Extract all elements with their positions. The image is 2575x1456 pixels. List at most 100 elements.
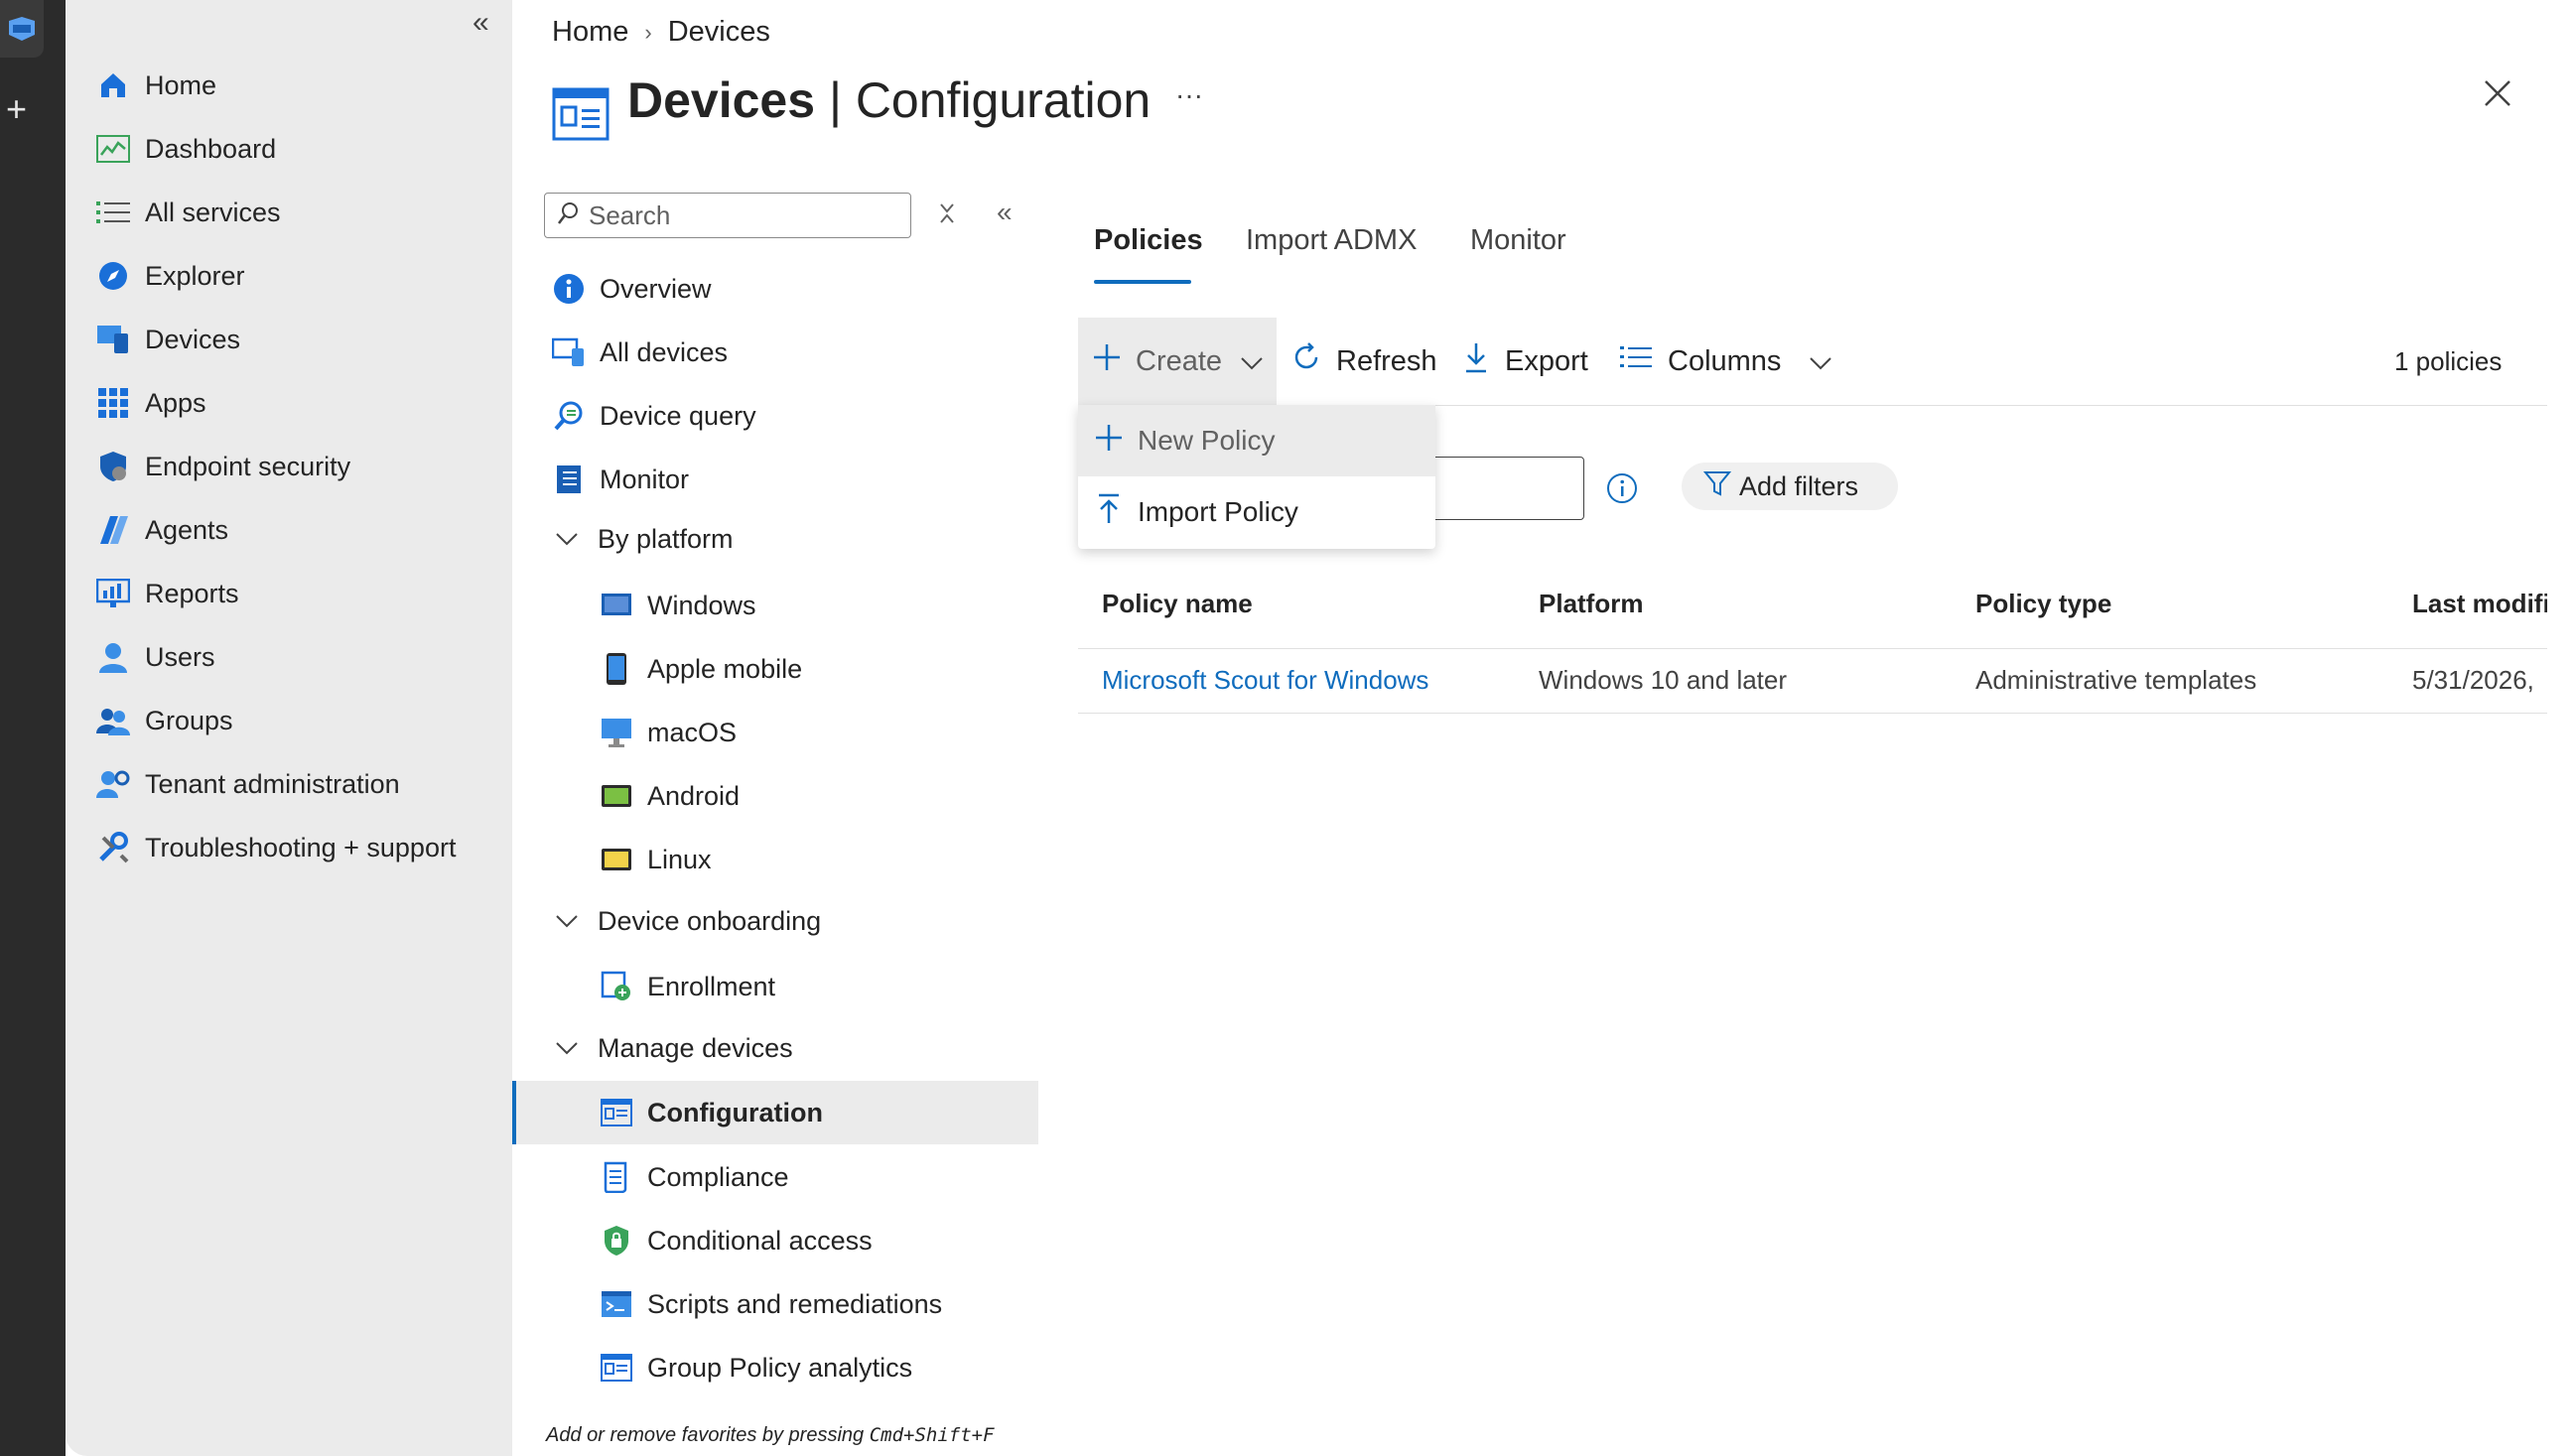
nav-item-users[interactable]: Users bbox=[95, 635, 215, 679]
nav-item-label: Users bbox=[145, 641, 215, 672]
column-header-last-modified[interactable]: Last modifi bbox=[2412, 589, 2547, 619]
create-button[interactable]: Create bbox=[1092, 337, 1264, 385]
row-divider bbox=[1078, 713, 2547, 714]
menu-item-macos[interactable]: macOS bbox=[600, 708, 737, 757]
breadcrumb-devices[interactable]: Devices bbox=[668, 16, 770, 49]
nav-item-apps[interactable]: Apps bbox=[95, 381, 206, 425]
nav-item-troubleshooting[interactable]: Troubleshooting + support bbox=[95, 826, 456, 869]
nav-item-devices[interactable]: Devices bbox=[95, 318, 240, 361]
menu-item-monitor[interactable]: Monitor bbox=[552, 455, 689, 504]
info-icon[interactable] bbox=[1606, 472, 1638, 509]
policy-type: Administrative templates bbox=[1975, 665, 2257, 695]
menu-item-device-query[interactable]: Device query bbox=[552, 391, 756, 441]
nav-item-label: Agents bbox=[145, 514, 229, 545]
plus-icon bbox=[1094, 423, 1124, 460]
tab-import-admx[interactable]: Import ADMX bbox=[1246, 224, 1417, 257]
nav-item-all-services[interactable]: All services bbox=[95, 191, 281, 234]
chevron-down-icon bbox=[552, 907, 582, 935]
nav-item-dashboard[interactable]: Dashboard bbox=[95, 127, 276, 171]
menu-item-overview[interactable]: Overview bbox=[552, 264, 712, 314]
close-icon[interactable] bbox=[2482, 77, 2513, 114]
policy-platform: Windows 10 and later bbox=[1539, 665, 1788, 695]
reports-icon bbox=[95, 576, 131, 611]
menu-item-windows[interactable]: Windows bbox=[600, 581, 756, 630]
add-icon[interactable]: + bbox=[6, 91, 27, 127]
nav-item-label: Home bbox=[145, 69, 217, 100]
menu-item-conditional-access[interactable]: Conditional access bbox=[600, 1216, 873, 1265]
clear-search-icon[interactable] bbox=[937, 202, 957, 229]
menu-item-group-policy-analytics[interactable]: Group Policy analytics bbox=[600, 1343, 912, 1392]
column-header-policy-type[interactable]: Policy type bbox=[1975, 589, 2111, 619]
shortcut-keys: Cmd+Shift+F bbox=[869, 1424, 995, 1446]
add-filters-button[interactable]: Add filters bbox=[1682, 463, 1898, 510]
upload-icon bbox=[1096, 493, 1122, 532]
menu-item-compliance[interactable]: Compliance bbox=[600, 1152, 789, 1202]
apps-icon bbox=[95, 385, 131, 421]
menu-item-linux[interactable]: Linux bbox=[600, 835, 712, 884]
blade-icon bbox=[552, 87, 610, 146]
export-button[interactable]: Export bbox=[1463, 337, 1588, 385]
linux-icon bbox=[600, 843, 633, 876]
menu-item-android[interactable]: Android bbox=[600, 771, 740, 821]
policy-count: 1 policies bbox=[2394, 345, 2503, 376]
query-icon bbox=[552, 399, 586, 433]
nav-item-endpoint-security[interactable]: Endpoint security bbox=[95, 445, 350, 488]
group-device-onboarding[interactable]: Device onboarding bbox=[552, 896, 821, 946]
column-header-platform[interactable]: Platform bbox=[1539, 589, 1643, 619]
lock-shield-icon bbox=[600, 1224, 633, 1257]
menu-item-import-policy[interactable]: Import Policy bbox=[1078, 476, 1435, 548]
group-manage-devices[interactable]: Manage devices bbox=[552, 1023, 793, 1073]
refresh-icon bbox=[1290, 341, 1322, 381]
collapse-nav-icon[interactable]: « bbox=[473, 6, 489, 40]
devices-icon bbox=[552, 335, 586, 369]
app-rail: + bbox=[0, 0, 66, 1456]
columns-icon bbox=[1620, 344, 1652, 378]
nav-item-home[interactable]: Home bbox=[95, 64, 216, 107]
collapse-menu-icon[interactable]: « bbox=[997, 197, 1013, 228]
tab-monitor[interactable]: Monitor bbox=[1470, 224, 1566, 257]
tab-policies[interactable]: Policies bbox=[1094, 224, 1203, 284]
user-icon bbox=[95, 639, 131, 675]
search-placeholder: Search bbox=[589, 199, 671, 230]
phone-icon bbox=[600, 652, 633, 686]
nav-item-groups[interactable]: Groups bbox=[95, 699, 233, 742]
menu-item-all-devices[interactable]: All devices bbox=[552, 328, 728, 377]
intune-logo-icon[interactable] bbox=[0, 0, 44, 58]
columns-button[interactable]: Columns bbox=[1620, 337, 1832, 385]
breadcrumb-home[interactable]: Home bbox=[552, 16, 628, 49]
nav-item-reports[interactable]: Reports bbox=[95, 572, 239, 615]
main-blade: Home › Devices Devices | Configuration ·… bbox=[512, 0, 2575, 1456]
explorer-icon bbox=[95, 258, 131, 294]
table-row[interactable]: Microsoft Scout for Windows Windows 10 a… bbox=[1078, 649, 2547, 713]
nav-item-label: Reports bbox=[145, 578, 239, 608]
nav-item-label: Endpoint security bbox=[145, 451, 351, 481]
chevron-down-icon bbox=[552, 525, 582, 553]
menu-item-configuration[interactable]: Configuration bbox=[600, 1088, 823, 1137]
menu-item-apple-mobile[interactable]: Apple mobile bbox=[600, 644, 802, 694]
terminal-icon bbox=[600, 1287, 633, 1321]
menu-item-scripts[interactable]: Scripts and remediations bbox=[600, 1279, 942, 1329]
create-dropdown-menu: New Policy Import Policy bbox=[1078, 405, 1435, 549]
portal-nav: « Home Dashboard All services Explorer D… bbox=[66, 0, 512, 1456]
enrollment-icon bbox=[600, 970, 633, 1003]
menu-item-enrollment[interactable]: Enrollment bbox=[600, 962, 775, 1011]
home-icon bbox=[95, 67, 131, 103]
chevron-down-icon bbox=[1240, 345, 1264, 378]
chevron-right-icon: › bbox=[644, 19, 652, 45]
agents-icon bbox=[95, 512, 131, 548]
search-input[interactable]: Search bbox=[544, 193, 911, 238]
download-icon bbox=[1463, 341, 1489, 381]
policy-last-modified: 5/31/2026, bbox=[2412, 665, 2534, 695]
configuration-icon bbox=[600, 1096, 633, 1129]
nav-item-label: All services bbox=[145, 197, 281, 227]
menu-item-new-policy[interactable]: New Policy bbox=[1078, 405, 1435, 476]
nav-item-agents[interactable]: Agents bbox=[95, 508, 228, 552]
policy-name-link[interactable]: Microsoft Scout for Windows bbox=[1102, 665, 1428, 696]
group-by-platform[interactable]: By platform bbox=[552, 514, 734, 564]
devices-icon bbox=[95, 322, 131, 357]
refresh-button[interactable]: Refresh bbox=[1290, 337, 1437, 385]
nav-item-explorer[interactable]: Explorer bbox=[95, 254, 245, 298]
nav-item-tenant-administration[interactable]: Tenant administration bbox=[95, 762, 400, 806]
column-header-policy-name[interactable]: Policy name bbox=[1102, 589, 1253, 619]
more-icon[interactable]: ··· bbox=[1175, 79, 1203, 111]
